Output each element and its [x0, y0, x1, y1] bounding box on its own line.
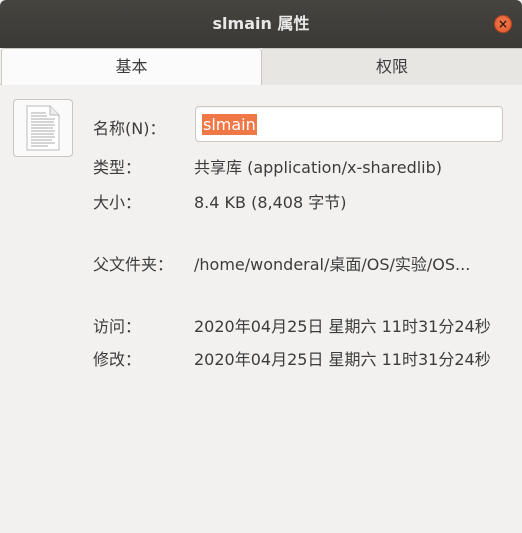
text-document-icon — [26, 105, 60, 151]
modified-value: 2020年04月25日 星期六 11时31分24秒 — [194, 350, 491, 369]
parent-folder-value[interactable]: /home/wonderal/桌面/OS/实验/OS... — [194, 251, 470, 275]
accessed-label: 访问： — [93, 317, 142, 336]
name-label: 名称(N)： — [93, 119, 166, 138]
window-title: slmain 属性 — [212, 14, 310, 33]
tab-bar: 基本 权限 — [0, 48, 522, 85]
size-label: 大小： — [93, 193, 142, 212]
window-titlebar[interactable]: slmain 属性 × — [0, 0, 522, 48]
name-input[interactable]: slmain — [195, 106, 503, 142]
modified-label: 修改： — [93, 350, 142, 369]
file-icon-button[interactable] — [13, 99, 73, 157]
tab-permissions[interactable]: 权限 — [262, 48, 522, 85]
parent-folder-label: 父文件夹： — [93, 255, 174, 274]
type-label: 类型： — [93, 158, 142, 177]
tab-basic[interactable]: 基本 — [1, 48, 262, 85]
close-button[interactable]: × — [494, 15, 512, 33]
size-value: 8.4 KB (8,408 字节) — [194, 193, 347, 212]
name-input-value: slmain — [202, 113, 257, 135]
type-value: 共享库 (application/x-sharedlib) — [194, 158, 443, 177]
close-icon: × — [497, 17, 509, 31]
accessed-value: 2020年04月25日 星期六 11时31分24秒 — [194, 317, 491, 336]
